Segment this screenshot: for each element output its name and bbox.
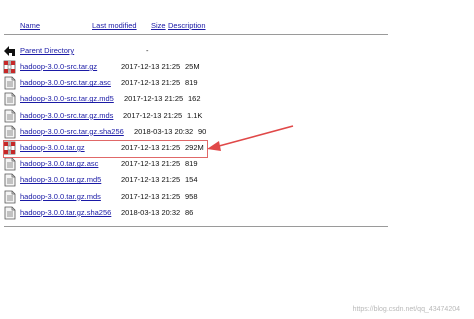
column-header-size[interactable]: Size [151, 21, 166, 30]
file-link[interactable]: hadoop-3.0.0.tar.gz.mds [20, 192, 101, 201]
highlight-box [3, 140, 208, 158]
file-link[interactable]: hadoop-3.0.0-src.tar.gz [20, 62, 97, 71]
file-size: 958 [185, 191, 198, 201]
text-file-icon [3, 76, 16, 90]
file-link[interactable]: hadoop-3.0.0-src.tar.gz.sha256 [20, 127, 124, 136]
file-row: hadoop-3.0.0.tar.gz.sha256 2018-03-13 20:… [3, 206, 213, 220]
file-row: hadoop-3.0.0-src.tar.gz 2017-12-13 21:25 2… [3, 60, 213, 74]
file-size: 162 [188, 94, 201, 104]
footer-rule [4, 226, 388, 227]
file-modified: 2017-12-13 21:25 [121, 191, 181, 201]
file-size: 1.1K [187, 110, 203, 120]
file-row: hadoop-3.0.0-src.tar.gz.asc 2017-12-13 21… [3, 76, 213, 90]
file-modified: 2017-12-13 21:25 [121, 175, 181, 185]
file-row: hadoop-3.0.0.tar.gz.md5 2017-12-13 21:25 1… [3, 173, 213, 187]
text-file-icon [3, 109, 16, 123]
file-size: 86 [185, 207, 194, 217]
file-link[interactable]: hadoop-3.0.0-src.tar.gz.mds [20, 111, 113, 120]
column-header-last-modified[interactable]: Last modified [92, 21, 137, 30]
back-arrow-icon [3, 44, 16, 58]
file-modified: 2018-03-13 20:32 [134, 126, 194, 136]
file-row: hadoop-3.0.0-src.tar.gz.md5 2017-12-13 21… [3, 92, 213, 106]
file-size: 819 [185, 159, 198, 169]
file-modified: 2017-12-13 21:25 [121, 78, 181, 88]
file-link[interactable]: hadoop-3.0.0.tar.gz.sha256 [20, 208, 111, 217]
file-modified: 2017-12-13 21:25 [123, 110, 183, 120]
archive-icon [3, 60, 16, 74]
file-size: 819 [185, 78, 198, 88]
text-file-icon [3, 190, 16, 204]
text-file-icon [3, 92, 16, 106]
text-file-icon [3, 157, 16, 171]
file-modified: 2017-12-13 21:25 [121, 159, 181, 169]
column-header-description[interactable]: Description [168, 21, 206, 30]
text-file-icon [3, 125, 16, 139]
header-rule [4, 34, 388, 35]
text-file-icon [3, 173, 16, 187]
file-link[interactable]: hadoop-3.0.0.tar.gz.md5 [20, 175, 101, 184]
parent-directory-size: - [146, 46, 149, 55]
parent-directory-row: Parent Directory - [3, 44, 203, 58]
file-modified: 2017-12-13 21:25 [121, 62, 181, 71]
file-row: hadoop-3.0.0-src.tar.gz.mds 2017-12-13 21… [3, 109, 213, 123]
file-size: 25M [185, 62, 200, 71]
column-header-name[interactable]: Name [20, 21, 40, 30]
parent-directory-link[interactable]: Parent Directory [20, 46, 74, 55]
file-modified: 2018-03-13 20:32 [121, 207, 181, 217]
text-file-icon [3, 206, 16, 220]
file-modified: 2017-12-13 21:25 [124, 94, 184, 104]
file-row: hadoop-3.0.0.tar.gz.mds 2017-12-13 21:25 9… [3, 190, 213, 204]
file-link[interactable]: hadoop-3.0.0-src.tar.gz.asc [20, 78, 111, 87]
file-link[interactable]: hadoop-3.0.0-src.tar.gz.md5 [20, 94, 114, 103]
file-link[interactable]: hadoop-3.0.0.tar.gz.asc [20, 159, 98, 168]
file-size: 154 [185, 175, 198, 185]
watermark: https://blog.csdn.net/qq_43474204 [352, 306, 460, 313]
file-row: hadoop-3.0.0.tar.gz.asc 2017-12-13 21:25 8… [3, 157, 213, 171]
red-arrow-icon [207, 125, 294, 151]
file-row: hadoop-3.0.0-src.tar.gz.sha256 2018-03-13… [3, 125, 213, 139]
